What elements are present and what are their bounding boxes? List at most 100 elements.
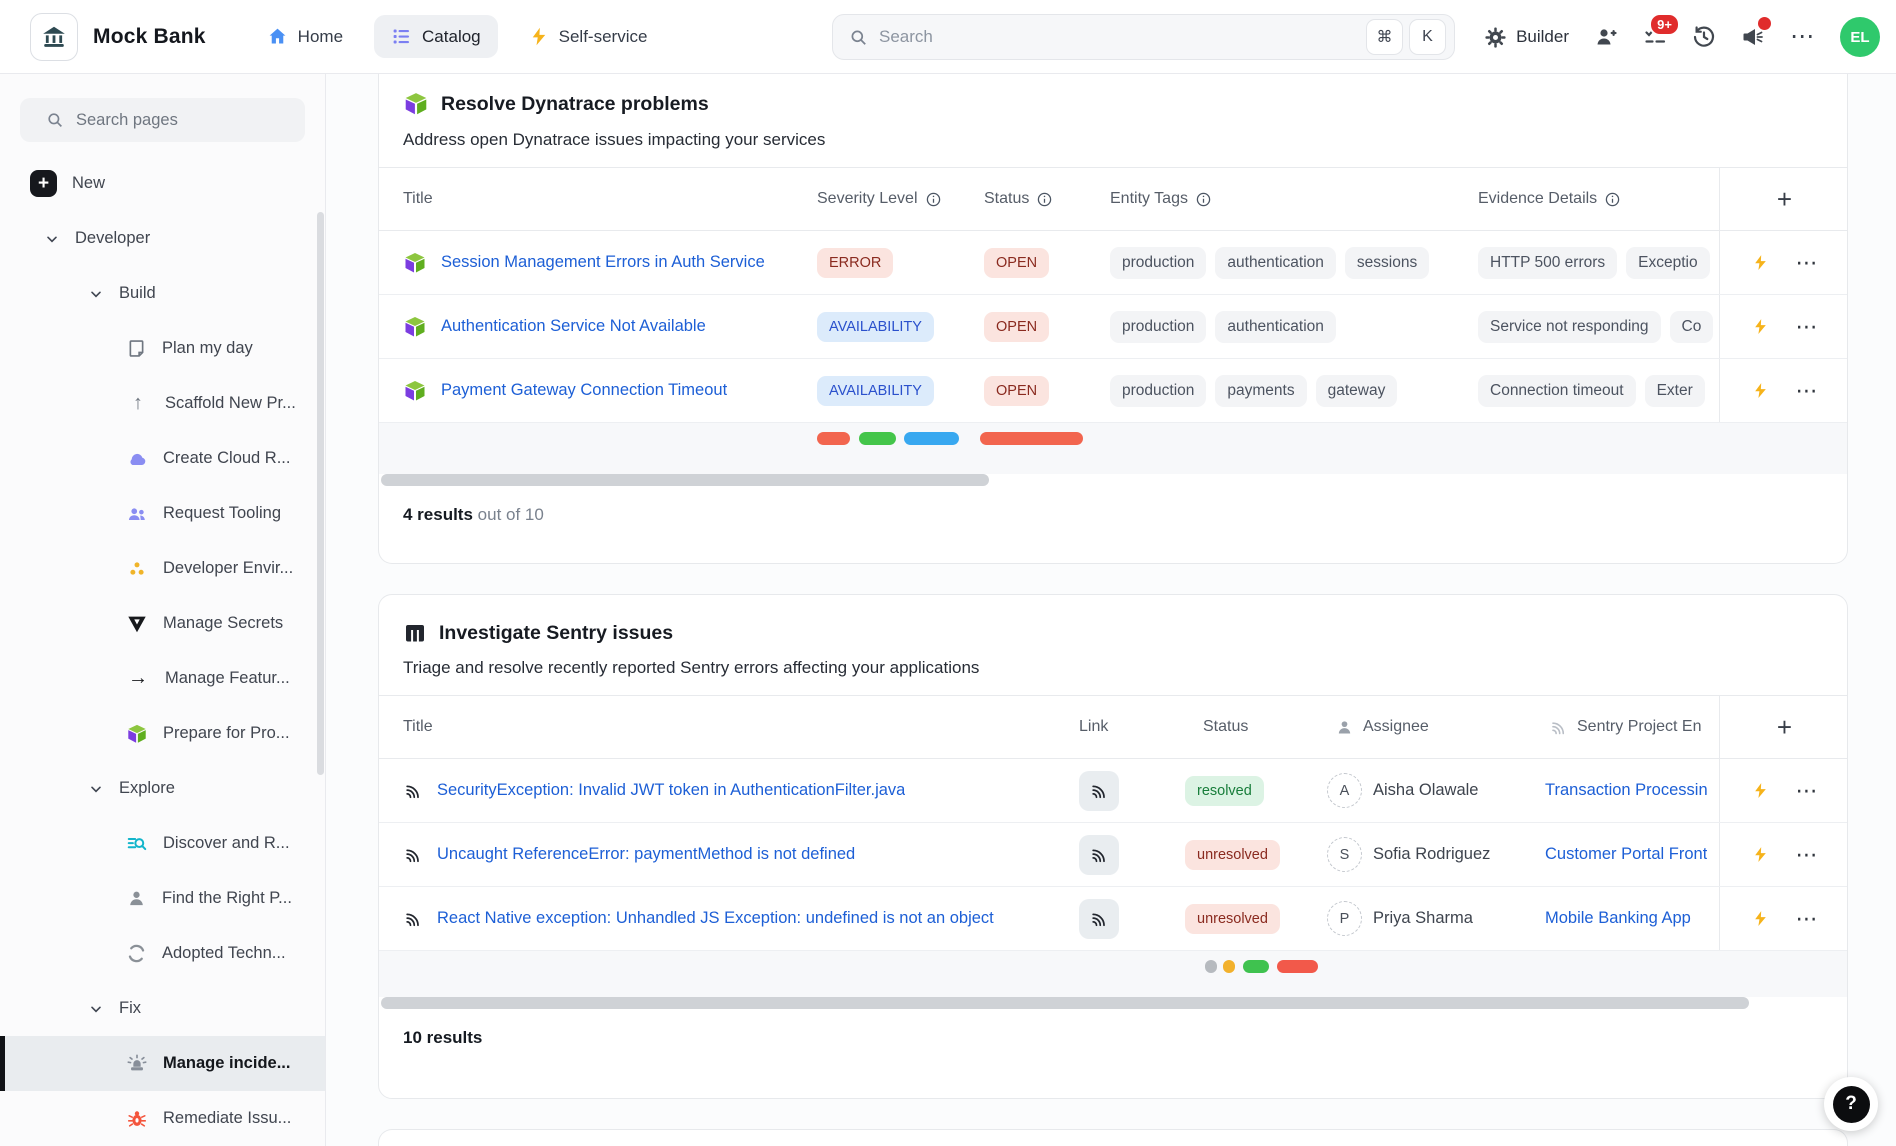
sentry-link-button[interactable] <box>1079 835 1119 875</box>
assignee-avatar: A <box>1327 773 1362 808</box>
dynatrace-icon <box>403 379 427 403</box>
row-title-link[interactable]: SecurityException: Invalid JWT token in … <box>437 781 905 800</box>
sentry-link-button[interactable] <box>1079 771 1119 811</box>
nav-catalog[interactable]: Catalog <box>374 15 498 58</box>
kbd-cmd: ⌘ <box>1366 19 1403 55</box>
quick-action-bolt[interactable] <box>1752 780 1769 801</box>
sidebar-section-explore[interactable]: Explore <box>0 761 325 816</box>
entity-tag: payments <box>1215 375 1306 407</box>
column-entity-tags[interactable]: Entity Tags <box>1094 168 1466 230</box>
row-title-link[interactable]: React Native exception: Unhandled JS Exc… <box>437 909 994 928</box>
add-column-button[interactable]: + <box>1777 714 1792 740</box>
quick-action-bolt[interactable] <box>1752 316 1769 337</box>
row-title-link[interactable]: Authentication Service Not Available <box>441 317 706 336</box>
plus-icon: + <box>30 170 57 197</box>
sidebar-section-fix[interactable]: Fix <box>0 981 325 1036</box>
project-link[interactable]: Transaction Processin <box>1545 781 1708 800</box>
vault-icon <box>126 613 148 635</box>
chevron-down-icon <box>44 231 60 247</box>
sidebar-item-create-cloud[interactable]: Create Cloud R... <box>0 431 325 486</box>
card-title: Investigate Sentry issues <box>439 622 673 645</box>
user-avatar[interactable]: EL <box>1840 17 1880 57</box>
sentry-link-button[interactable] <box>1079 899 1119 939</box>
sidebar-item-adopted-tech[interactable]: Adopted Techn... <box>0 926 325 981</box>
severity-badge: AVAILABILITY <box>817 312 934 342</box>
bolt-icon <box>529 26 549 47</box>
sidebar-search-input[interactable]: Search pages <box>20 98 305 142</box>
results-footer: 10 results <box>379 1009 1847 1067</box>
row-title-link[interactable]: Uncaught ReferenceError: paymentMethod i… <box>437 845 855 864</box>
table-row: Uncaught ReferenceError: paymentMethod i… <box>379 823 1847 887</box>
sidebar-item-remediate-issues[interactable]: Remediate Issu... <box>0 1091 325 1146</box>
history-button[interactable] <box>1692 25 1716 49</box>
quick-action-bolt[interactable] <box>1752 908 1769 929</box>
project-link[interactable]: Mobile Banking App <box>1545 909 1691 928</box>
entity-tag: gateway <box>1316 375 1398 407</box>
nav-home[interactable]: Home <box>250 15 360 58</box>
sidebar-item-manage-incidents[interactable]: Manage incide... <box>0 1036 325 1091</box>
more-menu-button[interactable]: ⋯ <box>1790 25 1815 49</box>
scrollbar-thumb[interactable] <box>381 997 1749 1009</box>
sidebar-item-prepare-production[interactable]: Prepare for Pro... <box>0 706 325 761</box>
clipped-next-row <box>379 423 1847 474</box>
column-title[interactable]: Title <box>379 696 1049 758</box>
sidebar-section-developer[interactable]: Developer <box>0 211 325 266</box>
brand-logo[interactable] <box>30 13 78 61</box>
row-menu-button[interactable]: ⋯ <box>1796 908 1818 930</box>
column-link[interactable]: Link <box>1049 696 1175 758</box>
column-status[interactable]: Status <box>1175 696 1305 758</box>
users-icon <box>126 503 148 525</box>
announcements-button[interactable] <box>1741 25 1765 49</box>
evidence-tag: Exceptio <box>1626 247 1709 279</box>
sidebar-item-manage-features[interactable]: → Manage Featur... <box>0 651 325 706</box>
row-menu-button[interactable]: ⋯ <box>1796 252 1818 274</box>
add-column-button[interactable]: + <box>1777 186 1792 212</box>
status-badge: OPEN <box>984 248 1049 278</box>
nav-self-service[interactable]: Self-service <box>512 15 665 58</box>
quick-action-bolt[interactable] <box>1752 252 1769 273</box>
row-menu-button[interactable]: ⋯ <box>1796 316 1818 338</box>
assignee-avatar: S <box>1327 837 1362 872</box>
column-status[interactable]: Status <box>974 168 1094 230</box>
builder-button[interactable]: Builder <box>1484 26 1569 49</box>
sentry-icon <box>403 781 423 801</box>
quick-action-bolt[interactable] <box>1752 844 1769 865</box>
global-search-input[interactable]: Search ⌘ K <box>832 14 1455 60</box>
project-link[interactable]: Customer Portal Front <box>1545 845 1707 864</box>
help-button[interactable]: ? <box>1824 1077 1878 1131</box>
column-evidence[interactable]: Evidence Details <box>1466 168 1719 230</box>
sidebar-item-scaffold-new[interactable]: ↑ Scaffold New Pr... <box>0 376 325 431</box>
sidebar-item-developer-environments[interactable]: Developer Envir... <box>0 541 325 596</box>
sidebar-item-find-right[interactable]: Find the Right P... <box>0 871 325 926</box>
row-title-link[interactable]: Session Management Errors in Auth Servic… <box>441 253 765 272</box>
home-icon <box>267 26 288 47</box>
sidebar-section-build[interactable]: Build <box>0 266 325 321</box>
row-menu-button[interactable]: ⋯ <box>1796 380 1818 402</box>
clipped-pill <box>1277 960 1318 973</box>
sidebar-item-request-tooling[interactable]: Request Tooling <box>0 486 325 541</box>
dots-triangle-icon <box>126 558 148 580</box>
sidebar-search-placeholder: Search pages <box>76 111 178 130</box>
invite-user-button[interactable] <box>1594 25 1618 49</box>
sidebar-scrollbar[interactable] <box>317 212 324 775</box>
column-sentry-project[interactable]: Sentry Project En <box>1535 696 1719 758</box>
kbd-k: K <box>1409 19 1446 55</box>
sidebar-item-plan-my-day[interactable]: Plan my day <box>0 321 325 376</box>
table-row: SecurityException: Invalid JWT token in … <box>379 759 1847 823</box>
status-badge: unresolved <box>1185 840 1280 870</box>
tasks-button[interactable]: 9+ <box>1643 25 1667 49</box>
sidebar-item-discover[interactable]: Discover and R... <box>0 816 325 871</box>
column-severity[interactable]: Severity Level <box>814 168 974 230</box>
row-menu-button[interactable]: ⋯ <box>1796 780 1818 802</box>
row-title-link[interactable]: Payment Gateway Connection Timeout <box>441 381 727 400</box>
row-menu-button[interactable]: ⋯ <box>1796 844 1818 866</box>
main-content: Resolve Dynatrace problems Address open … <box>326 74 1896 1146</box>
column-title[interactable]: Title <box>379 168 814 230</box>
topbar: Mock Bank Home Catalog Self-service <box>0 0 1896 74</box>
sidebar-item-manage-secrets[interactable]: Manage Secrets <box>0 596 325 651</box>
scrollbar-thumb[interactable] <box>381 474 989 486</box>
sidebar-new-button[interactable]: + New <box>0 156 325 211</box>
status-badge: unresolved <box>1185 904 1280 934</box>
column-assignee[interactable]: Assignee <box>1305 696 1535 758</box>
quick-action-bolt[interactable] <box>1752 380 1769 401</box>
